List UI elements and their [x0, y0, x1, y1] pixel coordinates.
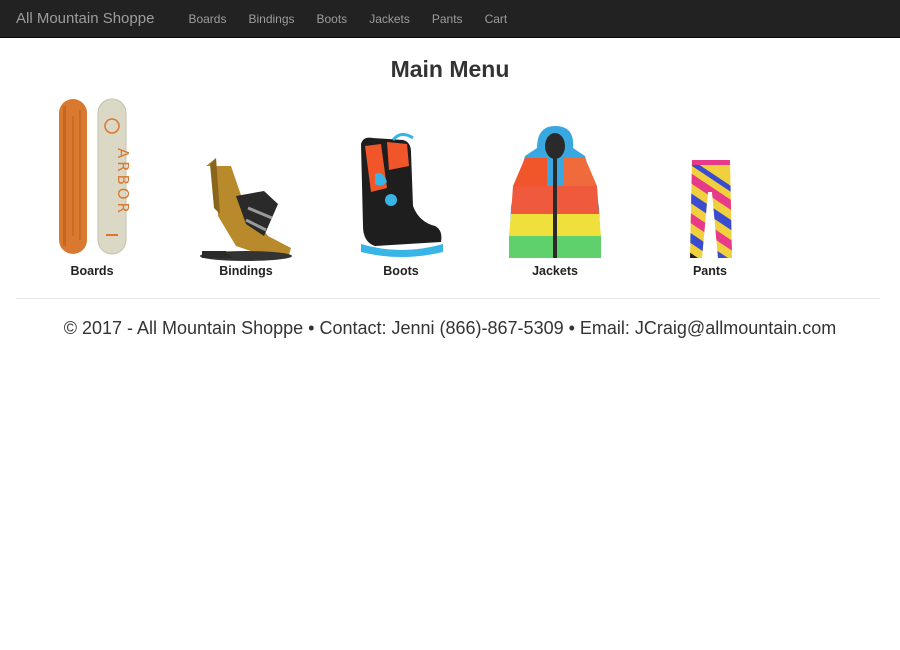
nav-link-boots[interactable]: Boots: [306, 0, 359, 38]
nav-link-pants[interactable]: Pants: [421, 0, 474, 38]
jacket-image: [509, 126, 601, 258]
product-label-boots: Boots: [383, 264, 419, 278]
product-item-pants[interactable]: Pants: [640, 96, 780, 282]
nav-link-bindings[interactable]: Bindings: [237, 0, 305, 38]
product-item-boards[interactable]: ARBOR Boards: [22, 96, 162, 282]
product-item-boots[interactable]: Boots: [331, 96, 471, 282]
binding-image: [200, 158, 292, 261]
product-label-jackets: Jackets: [532, 264, 578, 278]
product-item-bindings[interactable]: Bindings: [176, 96, 316, 282]
pants-image: [690, 160, 732, 258]
product-item-jackets[interactable]: Jackets: [485, 96, 625, 282]
product-label-bindings: Bindings: [219, 264, 273, 278]
product-menu: ARBOR Boards Bindings Boots Jackets Pant…: [0, 96, 900, 286]
boot-image: [361, 133, 443, 257]
section-divider: [16, 298, 880, 299]
snowboard-image: ARBOR: [59, 98, 132, 255]
footer-contact: © 2017 - All Mountain Shoppe • Contact: …: [63, 318, 837, 338]
product-label-pants: Pants: [692, 264, 728, 278]
nav-link-jackets[interactable]: Jackets: [358, 0, 421, 38]
nav-link-cart[interactable]: Cart: [474, 0, 519, 38]
svg-text:ARBOR: ARBOR: [114, 148, 132, 216]
nav-link-boards[interactable]: Boards: [177, 0, 237, 38]
navbar: All Mountain Shoppe Boards Bindings Boot…: [0, 0, 900, 38]
page-title: Main Menu: [390, 56, 510, 82]
product-label-boards: Boards: [70, 264, 114, 278]
brand-link[interactable]: All Mountain Shoppe: [0, 0, 177, 38]
